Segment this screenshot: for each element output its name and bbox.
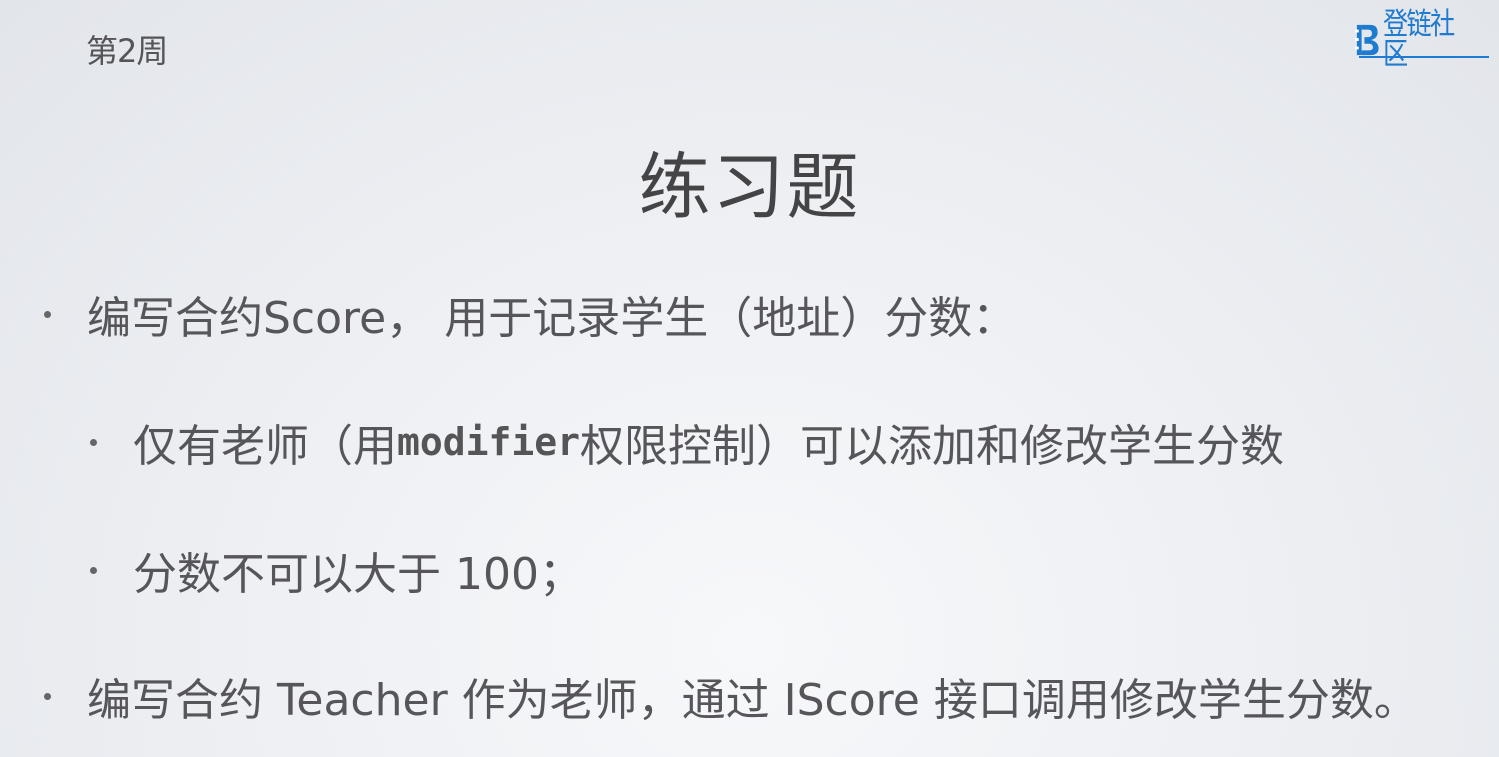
bullet-text-suffix: 权限控制）可以添加和修改学生分数 [580,421,1285,472]
brand-logo: 登链社区 [1355,10,1489,70]
bullet-dot [44,310,51,318]
bullet-text: 编写合约 Teacher 作为老师，通过 IScore 接口调用修改学生分数。 [87,675,1418,726]
bullet-dot [90,438,97,446]
logo-text: 登链社区 [1383,7,1455,72]
bullet-item: 编写合约Score， 用于记录学生（地址）分数： [44,282,1016,346]
logo-underline [1359,56,1489,58]
bullet-text: 分数不可以大于 100； [133,549,583,600]
bullet-code: modifier [397,420,581,464]
week-label: 第2周 [86,32,168,70]
bullet-item: 编写合约 Teacher 作为老师，通过 IScore 接口调用修改学生分数。 [44,664,1418,728]
blockchain-b-icon [1355,24,1379,56]
sub-bullet-item: 分数不可以大于 100； [90,538,583,602]
bullet-text: 编写合约Score， 用于记录学生（地址）分数： [87,293,1017,344]
bullet-dot [44,692,51,700]
bullet-text-prefix: 仅有老师（用 [133,421,397,472]
sub-bullet-item: 仅有老师（用 modifier 权限控制）可以添加和修改学生分数 [90,410,1284,474]
bullet-dot [90,566,97,574]
slide-title: 练习题 [638,145,861,229]
